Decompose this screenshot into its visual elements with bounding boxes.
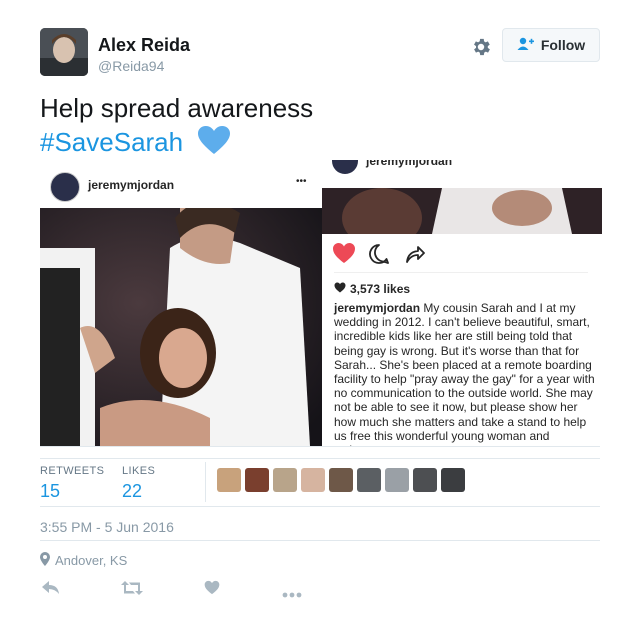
liker-avatar[interactable] (413, 468, 437, 492)
like-heart-icon[interactable] (332, 242, 356, 269)
post-avatar (50, 172, 80, 202)
post-divider (334, 272, 588, 273)
more-options-icon[interactable]: ••• (296, 176, 307, 187)
liker-avatar[interactable] (385, 468, 409, 492)
caption-text: My cousin Sarah and I at my wedding in 2… (334, 301, 595, 446)
post-username-partial: jeremymjordan (366, 160, 453, 168)
follow-button[interactable]: Follow (502, 28, 600, 62)
add-user-icon (517, 36, 535, 55)
liker-avatar[interactable] (217, 468, 241, 492)
media-bottom-border (40, 446, 600, 447)
likes-stat[interactable]: LIKES 22 (122, 465, 155, 502)
gear-icon[interactable] (470, 36, 492, 58)
liker-avatar[interactable] (329, 468, 353, 492)
likes-count: 3,573 likes (334, 280, 410, 298)
caption-username[interactable]: jeremymjordan (334, 301, 420, 315)
post-caption: jeremymjordan My cousin Sarah and I at m… (334, 301, 596, 446)
tweet-location[interactable]: Andover, KS (40, 552, 127, 569)
likes-count-value: 22 (122, 481, 143, 501)
tweet-text: Help spread awareness #SaveSarah (40, 92, 313, 163)
tweet-actions (40, 578, 340, 600)
wedding-photo-partial (322, 188, 602, 234)
reply-icon[interactable] (42, 581, 60, 600)
location-text: Andover, KS (55, 553, 128, 568)
comment-icon[interactable] (368, 243, 390, 270)
location-pin-icon (40, 552, 50, 569)
liker-avatar[interactable] (245, 468, 269, 492)
follow-label: Follow (540, 37, 586, 53)
tweet-line-1: Help spread awareness (40, 93, 314, 123)
likes-text: 3,573 likes (350, 282, 411, 296)
stats-bottom-divider (40, 506, 600, 507)
liker-avatar[interactable] (273, 468, 297, 492)
small-heart-icon (334, 280, 346, 298)
stats-vertical-divider (205, 462, 206, 502)
user-avatar[interactable] (40, 28, 88, 76)
location-top-divider (40, 540, 600, 541)
likes-label: LIKES (122, 465, 156, 477)
retweets-stat[interactable]: RETWEETS 15 (40, 465, 104, 502)
liker-avatar[interactable] (357, 468, 381, 492)
retweets-count: 15 (40, 481, 61, 501)
more-icon[interactable] (282, 585, 302, 603)
liker-avatar[interactable] (441, 468, 465, 492)
instagram-post-left[interactable]: jeremymjordan ••• (40, 166, 322, 446)
user-name[interactable]: Alex Reida (98, 35, 190, 56)
share-icon[interactable] (404, 243, 426, 270)
post-avatar-partial (332, 160, 358, 174)
likers-avatars (217, 468, 465, 492)
stats-top-divider (40, 458, 600, 459)
wedding-photo (40, 208, 322, 446)
tweet-timestamp[interactable]: 3:55 PM - 5 Jun 2016 (40, 519, 174, 535)
retweet-icon[interactable] (121, 581, 143, 600)
like-icon[interactable] (204, 580, 220, 600)
blue-heart-emoji-icon (197, 125, 231, 163)
user-handle[interactable]: @Reida94 (98, 58, 164, 74)
instagram-post-right[interactable]: jeremymjordan 3,573 likes jeremymjordan … (322, 160, 602, 446)
post-username: jeremymjordan (88, 178, 175, 192)
liker-avatar[interactable] (301, 468, 325, 492)
retweets-label: RETWEETS (40, 465, 105, 477)
hashtag-link[interactable]: #SaveSarah (40, 127, 183, 157)
